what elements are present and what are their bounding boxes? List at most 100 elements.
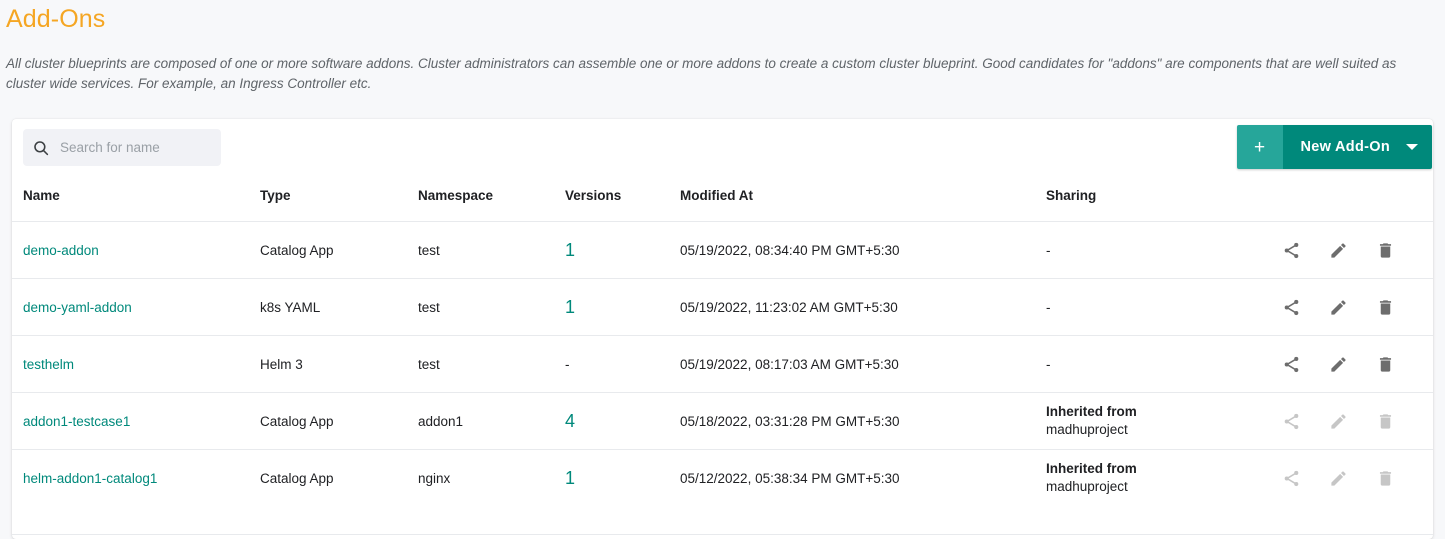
cell-modified-at: 05/19/2022, 08:34:40 PM GMT+5:30 xyxy=(680,221,1046,279)
cell-name: demo-yaml-addon xyxy=(12,278,260,336)
cell-sharing: Inherited from madhuproject xyxy=(1046,392,1276,450)
versions-link[interactable]: 1 xyxy=(565,468,575,488)
cell-type: Catalog App xyxy=(260,449,418,507)
row-actions xyxy=(1276,241,1433,260)
page-description: All cluster blueprints are composed of o… xyxy=(6,56,1397,91)
cell-type: Catalog App xyxy=(260,392,418,450)
cell-modified-at: 05/12/2022, 05:38:34 PM GMT+5:30 xyxy=(680,449,1046,507)
cell-name: demo-addon xyxy=(12,221,260,279)
cell-namespace: addon1 xyxy=(418,392,565,450)
cell-type: k8s YAML xyxy=(260,278,418,336)
cell-namespace: test xyxy=(418,221,565,279)
column-header-versions[interactable]: Versions xyxy=(565,188,680,222)
search-icon xyxy=(34,140,49,155)
cell-versions: 1 xyxy=(565,449,680,507)
row-actions xyxy=(1276,355,1433,374)
new-addon-label: New Add-On xyxy=(1300,139,1390,155)
addon-name-link[interactable]: addon1-testcase1 xyxy=(23,414,130,429)
cell-namespace: test xyxy=(418,278,565,336)
trash-icon xyxy=(1376,412,1395,431)
column-header-type[interactable]: Type xyxy=(260,188,418,222)
pencil-icon[interactable] xyxy=(1329,241,1348,260)
page-title: Add-Ons xyxy=(6,5,106,33)
cell-namespace: nginx xyxy=(418,449,565,507)
table-bottom-divider xyxy=(12,534,1433,535)
cell-name: testhelm xyxy=(12,335,260,393)
table-row: demo-yaml-addon k8s YAML test 1 05/19/2022, … xyxy=(12,278,1433,336)
search-box[interactable] xyxy=(23,129,221,166)
addon-name-link[interactable]: demo-addon xyxy=(23,243,99,258)
trash-icon xyxy=(1376,469,1395,488)
table-row: demo-addon Catalog App test 1 05/19/2022, 08… xyxy=(12,221,1433,279)
sharing-title: - xyxy=(1046,299,1051,315)
new-addon-plus-button[interactable]: + xyxy=(1236,125,1283,169)
addons-page: Add-Ons All cluster blueprints are compo… xyxy=(0,0,1445,539)
versions-link[interactable]: 1 xyxy=(565,297,575,317)
pencil-icon[interactable] xyxy=(1329,355,1348,374)
cell-type: Helm 3 xyxy=(260,335,418,393)
chevron-down-icon xyxy=(1406,144,1418,150)
share-icon[interactable] xyxy=(1282,355,1301,374)
pencil-icon[interactable] xyxy=(1329,298,1348,317)
cell-sharing: - xyxy=(1046,221,1276,279)
cell-actions xyxy=(1276,335,1433,393)
sharing-title: Inherited from xyxy=(1046,461,1137,477)
cell-versions: 1 xyxy=(565,278,680,336)
cell-modified-at: 05/19/2022, 11:23:02 AM GMT+5:30 xyxy=(680,278,1046,336)
cell-versions: 4 xyxy=(565,392,680,450)
pencil-icon xyxy=(1329,469,1348,488)
trash-icon[interactable] xyxy=(1376,241,1395,260)
share-icon xyxy=(1282,412,1301,431)
column-header-sharing[interactable]: Sharing xyxy=(1046,188,1276,222)
cell-actions xyxy=(1276,278,1433,336)
cell-type: Catalog App xyxy=(260,221,418,279)
search-input[interactable] xyxy=(60,140,210,155)
addon-name-link[interactable]: testhelm xyxy=(23,357,74,372)
table-toolbar: + New Add-On xyxy=(12,119,1433,188)
trash-icon[interactable] xyxy=(1376,355,1395,374)
sharing-title: - xyxy=(1046,356,1051,372)
cell-actions xyxy=(1276,392,1433,450)
table-body: demo-addon Catalog App test 1 05/19/2022, 08… xyxy=(12,221,1433,507)
share-icon[interactable] xyxy=(1282,241,1301,260)
column-header-namespace[interactable]: Namespace xyxy=(418,188,565,222)
cell-versions: 1 xyxy=(565,221,680,279)
share-icon[interactable] xyxy=(1282,298,1301,317)
cell-name: addon1-testcase1 xyxy=(12,392,260,450)
table-row: addon1-testcase1 Catalog App addon1 4 05/18/… xyxy=(12,392,1433,450)
cell-sharing: - xyxy=(1046,278,1276,336)
versions-link[interactable]: 4 xyxy=(565,411,575,431)
cell-versions: - xyxy=(565,335,680,393)
cell-actions xyxy=(1276,449,1433,507)
column-header-name[interactable]: Name xyxy=(12,188,260,222)
cell-sharing: Inherited from madhuproject xyxy=(1046,449,1276,507)
sharing-title: - xyxy=(1046,242,1051,258)
table-header-row: Name Type Namespace Versions Modified At… xyxy=(12,188,1433,222)
table-row: testhelm Helm 3 test -05/19/2022, 08:17:03 … xyxy=(12,335,1433,393)
sharing-project: madhuproject xyxy=(1046,479,1128,495)
trash-icon[interactable] xyxy=(1376,298,1395,317)
pencil-icon xyxy=(1329,412,1348,431)
cell-name: helm-addon1-catalog1 xyxy=(12,449,260,507)
sharing-project: madhuproject xyxy=(1046,422,1128,437)
new-addon-dropdown-button[interactable]: New Add-On xyxy=(1282,125,1432,169)
column-header-actions xyxy=(1276,188,1433,222)
addons-table: Name Type Namespace Versions Modified At… xyxy=(12,188,1433,507)
addons-card: + New Add-On Name Type Namespace Version… xyxy=(12,119,1433,539)
row-actions xyxy=(1276,298,1433,317)
sharing-title: Inherited from xyxy=(1046,404,1137,419)
addon-name-link[interactable]: helm-addon1-catalog1 xyxy=(23,471,157,486)
cell-sharing: - xyxy=(1046,335,1276,393)
new-addon-button[interactable]: + New Add-On xyxy=(1236,125,1432,169)
row-actions xyxy=(1276,469,1433,488)
cell-actions xyxy=(1276,221,1433,279)
cell-modified-at: 05/18/2022, 03:31:28 PM GMT+5:30 xyxy=(680,392,1046,450)
versions-link[interactable]: 1 xyxy=(565,240,575,260)
addon-name-link[interactable]: demo-yaml-addon xyxy=(23,300,132,315)
table-row: helm-addon1-catalog1 Catalog App nginx 1 05/… xyxy=(12,449,1433,507)
versions-value: - xyxy=(565,356,570,372)
table-header: Name Type Namespace Versions Modified At… xyxy=(12,188,1433,222)
cell-modified-at: 05/19/2022, 08:17:03 AM GMT+5:30 xyxy=(680,335,1046,393)
share-icon xyxy=(1282,469,1301,488)
column-header-modified-at[interactable]: Modified At xyxy=(680,188,1046,222)
